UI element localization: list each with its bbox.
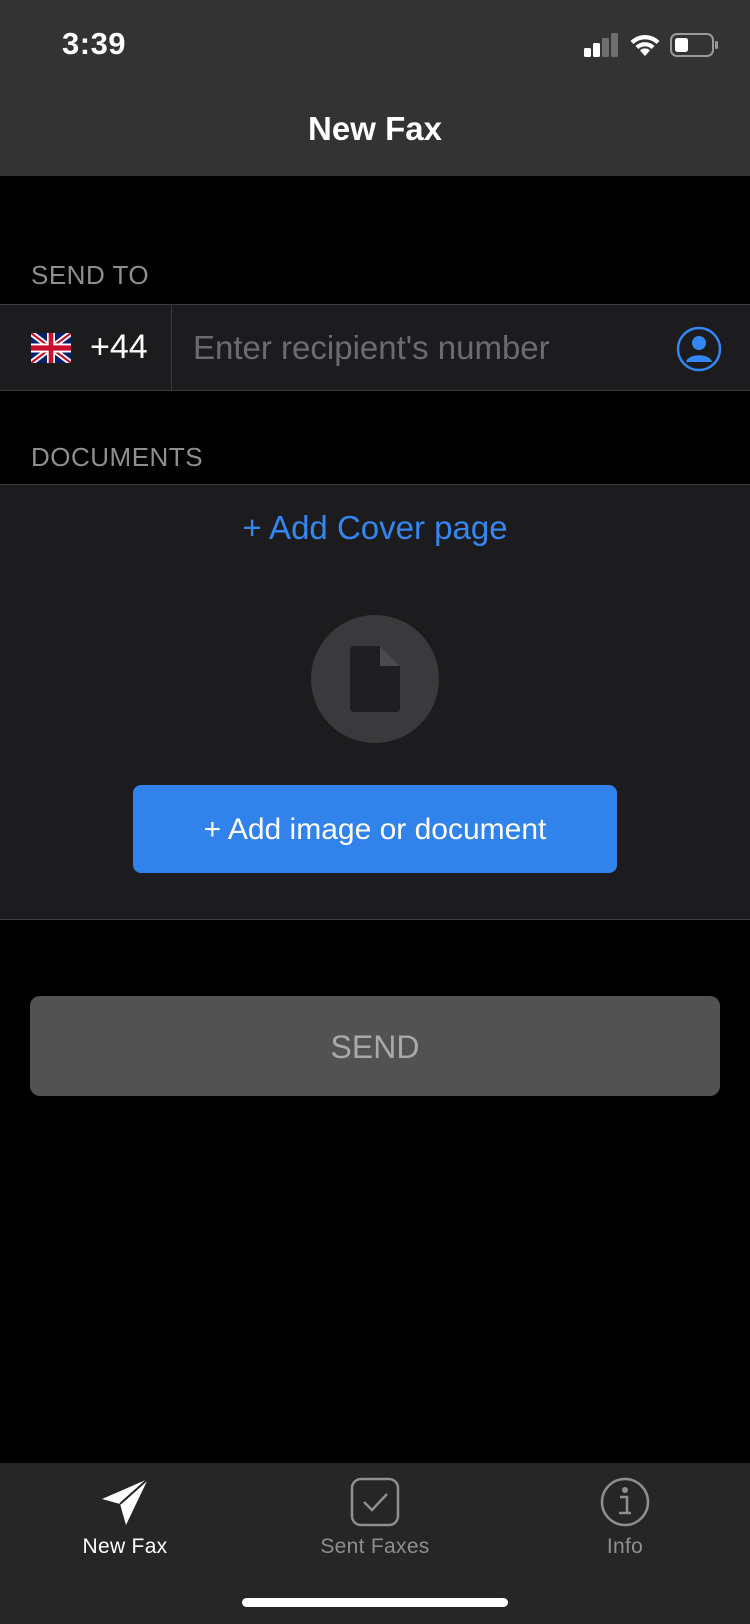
documents-section-label: DOCUMENTS: [31, 442, 204, 472]
tab-info[interactable]: Info: [500, 1463, 750, 1573]
paper-plane-icon: [102, 1478, 149, 1525]
uk-flag-icon: [31, 333, 71, 363]
recipient-row: +44: [0, 304, 750, 391]
tab-sent-faxes[interactable]: Sent Faxes: [250, 1463, 500, 1573]
send-to-section-label: SEND TO: [31, 260, 150, 290]
send-button[interactable]: SEND: [30, 996, 720, 1096]
status-bar: 3:39: [0, 0, 750, 88]
add-image-or-document-button[interactable]: + Add image or document: [133, 785, 617, 873]
person-circle-icon[interactable]: [676, 326, 722, 372]
add-cover-page-link[interactable]: + Add Cover page: [0, 509, 750, 547]
home-indicator: [242, 1598, 508, 1607]
status-time: 3:39: [62, 26, 127, 61]
battery-icon: [670, 33, 718, 57]
tab-label: Info: [606, 1535, 644, 1558]
tab-new-fax[interactable]: New Fax: [0, 1463, 250, 1573]
tab-label: Sent Faxes: [320, 1535, 430, 1558]
navigation-bar: New Fax: [0, 88, 750, 176]
country-code-label: +44: [90, 328, 148, 366]
tab-label: New Fax: [82, 1535, 168, 1558]
country-code-picker[interactable]: +44: [0, 305, 172, 390]
document-icon: [350, 646, 400, 712]
wifi-icon: [630, 34, 660, 56]
document-placeholder: [311, 615, 439, 743]
recipient-number-input[interactable]: [193, 323, 663, 373]
documents-panel: + Add Cover page + Add image or document: [0, 484, 750, 920]
cellular-signal-icon: [584, 33, 618, 57]
info-circle-icon: [600, 1477, 650, 1527]
page-title: New Fax: [308, 110, 442, 147]
status-icons: [584, 30, 720, 60]
checkmark-square-icon: [350, 1477, 400, 1527]
